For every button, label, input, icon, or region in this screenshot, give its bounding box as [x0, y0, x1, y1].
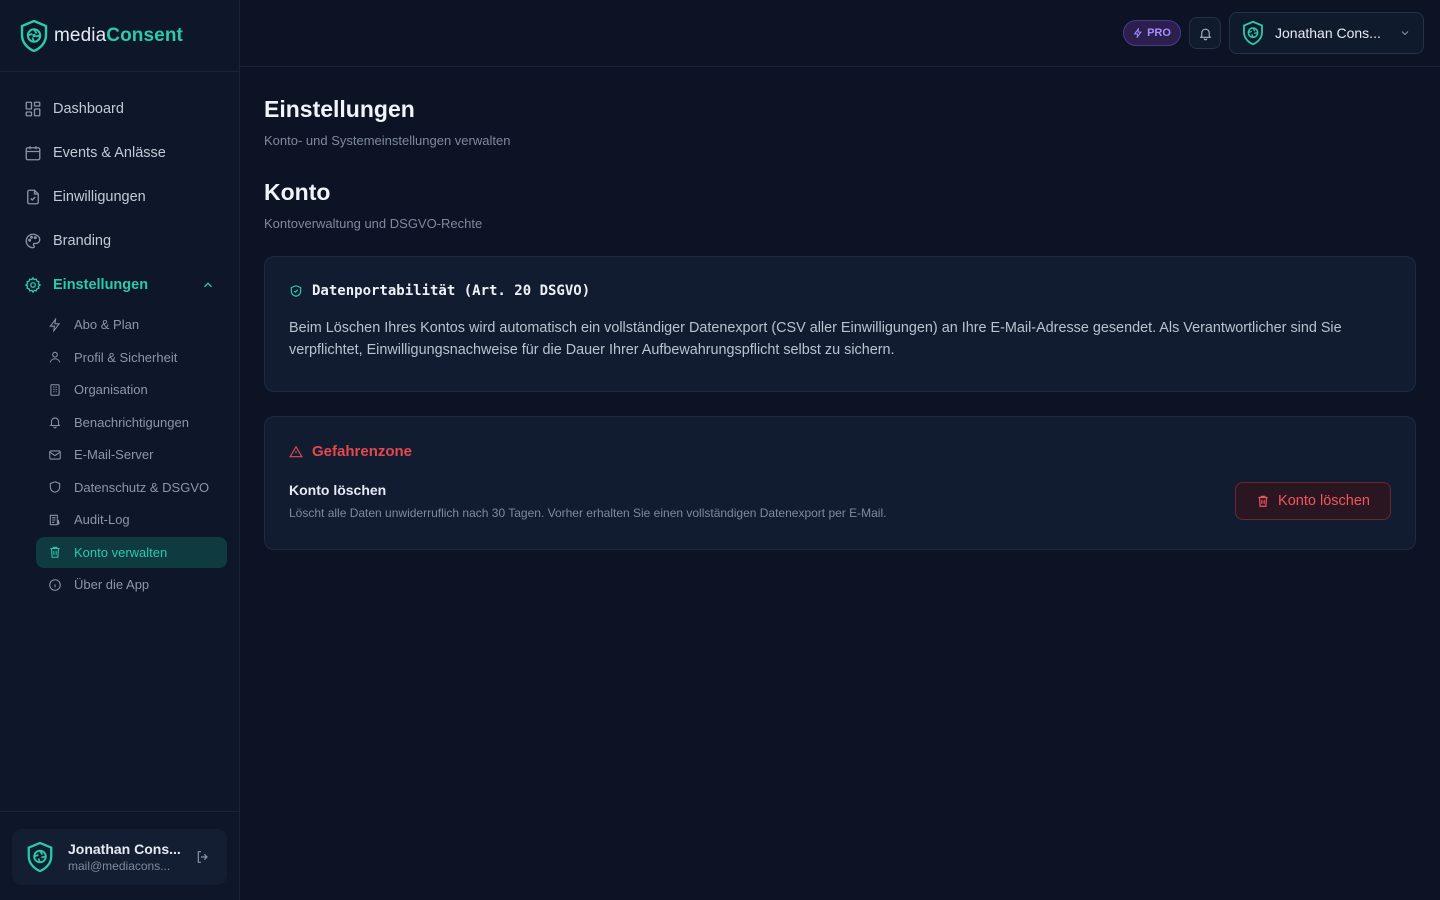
subnav-item-datenschutz[interactable]: Datenschutz & DSGVO	[36, 472, 227, 503]
danger-zone-card: Gefahrenzone Konto löschen Löscht alle D…	[264, 416, 1416, 550]
sidebar-item-label: Branding	[53, 233, 112, 249]
avatar-shield-icon	[27, 842, 53, 872]
card-header: Gefahrenzone	[289, 443, 1391, 460]
page-subtitle: Konto- und Systemeinstellungen verwalten	[264, 133, 511, 148]
sidebar-item-branding[interactable]: Branding	[12, 219, 227, 263]
subnav-item-label: E-Mail-Server	[74, 447, 154, 462]
account-name: Jonathan Cons...	[1275, 25, 1381, 41]
subnav-item-konto-verwalten[interactable]: Konto verwalten	[36, 536, 227, 568]
subnav-item-audit-log[interactable]: Audit-Log	[36, 504, 227, 535]
user-info: Jonathan Cons... mail@mediacons...	[68, 841, 183, 873]
file-check-icon	[27, 189, 39, 205]
user-email: mail@mediacons...	[68, 859, 171, 873]
sidebar-footer: Jonathan Cons... mail@mediacons...	[0, 811, 239, 900]
sidebar-item-einwilligungen[interactable]: Einwilligungen	[12, 175, 227, 219]
chevron-down-icon	[1401, 31, 1409, 36]
danger-zone-title: Gefahrenzone	[312, 443, 413, 460]
lightning-icon	[1133, 28, 1142, 38]
section-title: Konto	[264, 179, 331, 205]
subnav-item-label: Profil & Sicherheit	[74, 349, 178, 365]
log-icon	[49, 514, 61, 525]
subnav-item-ueber-die-app[interactable]: Über die App	[36, 569, 227, 600]
settings-subnav: Abo & Plan Profil & Sicherheit Organisat…	[12, 309, 227, 600]
chevron-up-icon[interactable]	[201, 278, 215, 292]
dashboard-grid-icon	[25, 101, 41, 117]
sidebar-nav: Dashboard Events & Anlässe Einwilligunge…	[12, 87, 227, 602]
subnav-item-label: Über die App	[74, 577, 150, 592]
logo-shield-icon	[20, 19, 48, 52]
info-icon	[49, 578, 61, 591]
subnav-item-label: Konto verwalten	[74, 544, 168, 560]
trash-icon	[50, 546, 60, 558]
subnav-item-benachrichtigungen[interactable]: Benachrichtigungen	[36, 407, 227, 438]
subnav-item-label: Benachrichtigungen	[74, 414, 189, 430]
sidebar-item-dashboard[interactable]: Dashboard	[12, 87, 227, 131]
sidebar-item-einstellungen[interactable]: Einstellungen	[12, 263, 227, 307]
sidebar: mediaConsent Dashboard Events & Anlässe …	[0, 0, 240, 900]
brand-name: mediaConsent	[54, 24, 183, 46]
sidebar-item-label: Dashboard	[53, 101, 124, 117]
brand[interactable]: mediaConsent	[0, 0, 239, 72]
bell-icon	[1199, 28, 1211, 40]
card-text: Beim Löschen Ihres Kontos wird automatis…	[289, 320, 1342, 358]
notifications-button[interactable]	[1189, 17, 1221, 49]
subnav-item-abo-plan[interactable]: Abo & Plan	[36, 309, 227, 340]
warning-icon	[289, 445, 303, 457]
building-icon	[50, 383, 60, 396]
avatar-shield-icon	[1243, 21, 1263, 45]
page-title: Einstellungen	[264, 96, 415, 122]
card-title: Datenportabilität (Art. 20 DSGVO)	[312, 283, 591, 299]
palette-icon	[25, 233, 41, 249]
delete-account-description: Löscht alle Daten unwiderruflich nach 30…	[289, 506, 887, 520]
subnav-item-label: Organisation	[74, 382, 148, 397]
calendar-icon	[25, 146, 41, 161]
card-header: Datenportabilität (Art. 20 DSGVO)	[289, 283, 1391, 299]
lightning-icon	[49, 317, 61, 332]
subnav-item-profil[interactable]: Profil & Sicherheit	[36, 342, 227, 373]
user-card[interactable]: Jonathan Cons... mail@mediacons...	[12, 829, 227, 885]
pro-badge-label: PRO	[1147, 27, 1171, 39]
bell-icon	[49, 417, 61, 429]
sidebar-item-label: Einwilligungen	[53, 189, 146, 205]
delete-account-label: Konto löschen	[289, 482, 387, 498]
shield-check-icon	[290, 285, 302, 297]
pro-badge[interactable]: PRO	[1123, 20, 1181, 46]
gear-icon	[24, 276, 42, 294]
delete-account-button[interactable]: Konto löschen	[1235, 482, 1391, 520]
user-icon	[49, 351, 61, 363]
delete-account-button-label: Konto löschen	[1278, 493, 1370, 509]
logout-icon[interactable]	[195, 849, 211, 865]
subnav-item-organisation[interactable]: Organisation	[36, 374, 227, 405]
mail-icon	[49, 449, 61, 460]
account-menu-button[interactable]: Jonathan Cons...	[1229, 12, 1424, 54]
shield-icon	[49, 481, 61, 493]
main-content: Einstellungen Konto- und Systemeinstellu…	[264, 67, 1416, 550]
top-bar: PRO Jonathan Cons...	[240, 0, 1440, 67]
user-name: Jonathan Cons...	[68, 841, 181, 857]
subnav-item-email-server[interactable]: E-Mail-Server	[36, 439, 227, 470]
sidebar-item-label: Einstellungen	[53, 277, 149, 293]
trash-icon	[1258, 495, 1268, 507]
sidebar-item-events[interactable]: Events & Anlässe	[12, 131, 227, 175]
sidebar-item-label: Events & Anlässe	[53, 145, 166, 161]
data-portability-card: Datenportabilität (Art. 20 DSGVO) Beim L…	[264, 256, 1416, 392]
subnav-item-label: Abo & Plan	[74, 317, 140, 332]
section-subtitle: Kontoverwaltung und DSGVO-Rechte	[264, 216, 483, 231]
subnav-item-label: Datenschutz & DSGVO	[74, 479, 210, 495]
subnav-item-label: Audit-Log	[74, 512, 130, 527]
